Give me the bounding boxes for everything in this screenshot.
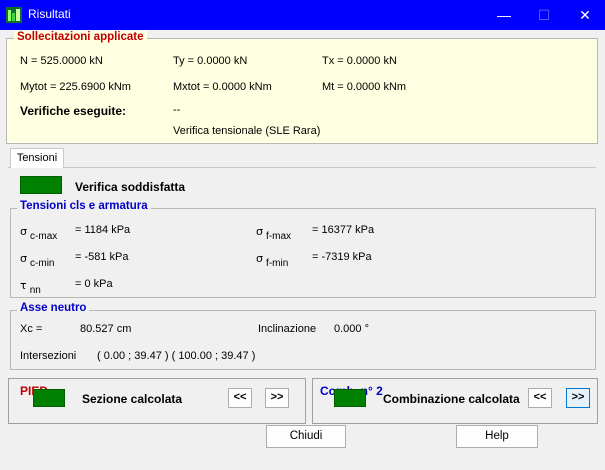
xc-value: 80.527 cm: [80, 323, 132, 335]
sigma-f-min-label: σ f-min: [256, 252, 289, 269]
sezione-status-label: Sezione calcolata: [82, 392, 183, 406]
sigma-f-max-value: = 16377 kPa: [312, 224, 375, 236]
verifiche-label: Verifiche eseguite:: [20, 104, 127, 118]
sigma-c-min-label: σ c-min: [20, 252, 55, 269]
maximize-button: ☐: [537, 7, 551, 23]
asse-neutro-legend: Asse neutro: [17, 302, 90, 314]
tau-nn-value: = 0 kPa: [75, 278, 113, 290]
chiudi-button[interactable]: Chiudi: [266, 425, 346, 448]
tau-nn-label: τ nn: [20, 279, 41, 296]
sigma-c-max-label: σ c-max: [20, 225, 58, 242]
window-title: Risultati: [28, 7, 71, 21]
combinazione-prev-button[interactable]: <<: [528, 388, 552, 408]
combinazione-next-button[interactable]: >>: [566, 388, 590, 408]
combinazione-status-indicator: [334, 389, 366, 407]
sigma-f-min-value: = -7319 kPa: [312, 251, 372, 263]
title-bar[interactable]: Risultati — ☐ ✕: [0, 0, 605, 30]
minimize-button[interactable]: —: [484, 0, 524, 30]
verifica-tipo: Verifica tensionale (SLE Rara): [173, 125, 321, 137]
inclinazione-label: Inclinazione: [258, 323, 317, 335]
verifica-status-indicator: [20, 176, 62, 194]
sollecitazioni-legend: Sollecitazioni applicate: [14, 31, 147, 43]
sigma-c-min-value: = -581 kPa: [75, 251, 129, 263]
mytot-value: Mytot = 225.6900 kNm: [20, 81, 131, 93]
n-value: N = 525.0000 kN: [20, 55, 103, 67]
xc-label: Xc =: [20, 323, 43, 335]
mt-value: Mt = 0.0000 kNm: [322, 81, 407, 93]
app-icon: [6, 7, 22, 23]
verifiche-value: --: [173, 104, 181, 116]
help-button[interactable]: Help: [456, 425, 538, 448]
sezione-status-indicator: [33, 389, 65, 407]
sigma-c-max-value: = 1184 kPa: [75, 224, 131, 236]
tensioni-legend: Tensioni cls e armatura: [17, 200, 151, 212]
sezione-next-button[interactable]: >>: [265, 388, 289, 408]
tx-value: Tx = 0.0000 kN: [322, 55, 397, 67]
combinazione-status-label: Combinazione calcolata: [383, 392, 520, 406]
inclinazione-value: 0.000 °: [334, 323, 369, 335]
mxtot-value: Mxtot = 0.0000 kNm: [173, 81, 272, 93]
intersezioni-label: Intersezioni: [20, 350, 77, 362]
close-window-button[interactable]: ✕: [565, 0, 605, 30]
intersezioni-value: ( 0.00 ; 39.47 ) ( 100.00 ; 39.47 ): [97, 350, 256, 362]
ty-value: Ty = 0.0000 kN: [173, 55, 248, 67]
tab-tensioni[interactable]: Tensioni: [10, 148, 64, 168]
sigma-f-max-label: σ f-max: [256, 225, 292, 242]
sezione-prev-button[interactable]: <<: [228, 388, 252, 408]
verifica-status-label: Verifica soddisfatta: [75, 180, 186, 194]
